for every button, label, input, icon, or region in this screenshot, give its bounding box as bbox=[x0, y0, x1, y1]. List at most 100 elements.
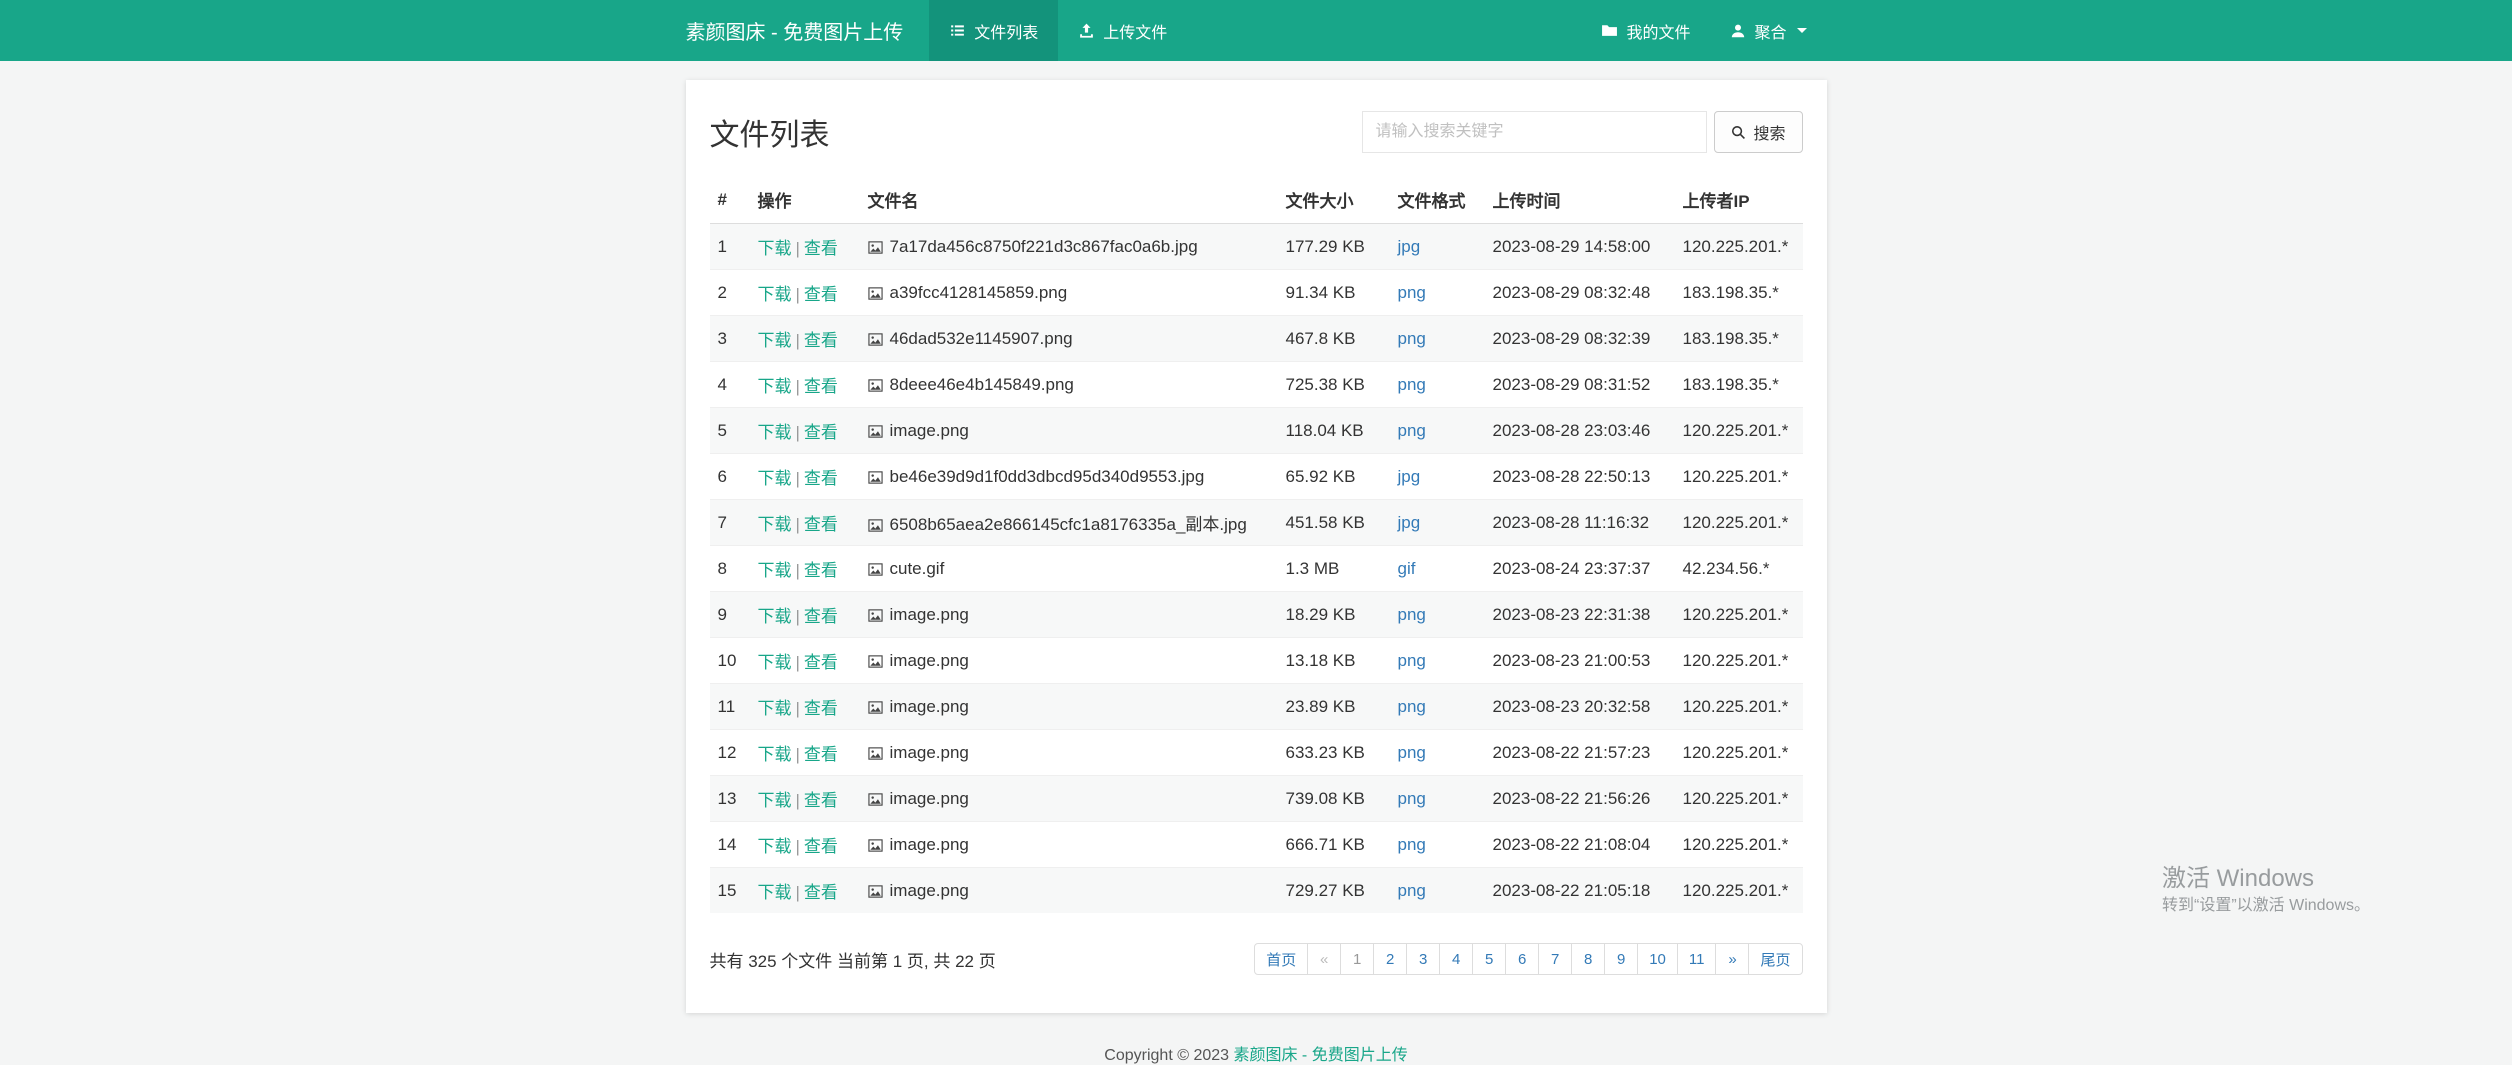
view-link[interactable]: 查看 bbox=[804, 561, 838, 580]
row-index: 12 bbox=[710, 730, 750, 776]
view-link[interactable]: 查看 bbox=[804, 883, 838, 902]
download-link[interactable]: 下载 bbox=[758, 285, 792, 304]
pagination-button[interactable]: 尾页 bbox=[1748, 943, 1802, 975]
row-ip: 120.225.201.* bbox=[1675, 776, 1803, 822]
download-link[interactable]: 下载 bbox=[758, 745, 792, 764]
watermark-subtitle: 转到“设置”以激活 Windows。 bbox=[2162, 895, 2370, 917]
pagination-button[interactable]: 2 bbox=[1373, 943, 1407, 975]
row-filename: be46e39d9d1f0dd3dbcd95d340d9553.jpg bbox=[860, 454, 1278, 500]
row-filename: 46dad532e1145907.png bbox=[860, 316, 1278, 362]
navbar: 素颜图床 - 免费图片上传 文件列表 上传文件 我的文件 bbox=[0, 0, 2512, 61]
nav-item-aggregate-dropdown[interactable]: 聚合 bbox=[1710, 0, 1826, 61]
row-size: 23.89 KB bbox=[1278, 684, 1390, 730]
pagination-button[interactable]: 10 bbox=[1637, 943, 1678, 975]
download-link[interactable]: 下载 bbox=[758, 377, 792, 396]
row-format: png bbox=[1390, 684, 1485, 730]
image-file-icon bbox=[868, 424, 883, 439]
format-link[interactable]: png bbox=[1398, 789, 1426, 808]
view-link[interactable]: 查看 bbox=[804, 285, 838, 304]
brand[interactable]: 素颜图床 - 免费图片上传 bbox=[686, 0, 930, 61]
format-link[interactable]: gif bbox=[1398, 559, 1416, 578]
view-link[interactable]: 查看 bbox=[804, 791, 838, 810]
download-link[interactable]: 下载 bbox=[758, 791, 792, 810]
row-ip: 120.225.201.* bbox=[1675, 454, 1803, 500]
format-link[interactable]: png bbox=[1398, 421, 1426, 440]
pagination-button[interactable]: 11 bbox=[1677, 943, 1717, 975]
row-actions: 下载|查看 bbox=[750, 500, 860, 546]
row-time: 2023-08-29 14:58:00 bbox=[1485, 224, 1675, 270]
view-link[interactable]: 查看 bbox=[804, 607, 838, 626]
view-link[interactable]: 查看 bbox=[804, 699, 838, 718]
row-time: 2023-08-28 22:50:13 bbox=[1485, 454, 1675, 500]
view-link[interactable]: 查看 bbox=[804, 653, 838, 672]
row-size: 1.3 MB bbox=[1278, 546, 1390, 592]
table-row: 9 下载|查看 image.png 18.29 KB png 2023-08-2… bbox=[710, 592, 1803, 638]
row-ip: 42.234.56.* bbox=[1675, 546, 1803, 592]
format-link[interactable]: png bbox=[1398, 605, 1426, 624]
search-button[interactable]: 搜索 bbox=[1714, 111, 1802, 153]
row-time: 2023-08-22 21:56:26 bbox=[1485, 776, 1675, 822]
download-link[interactable]: 下载 bbox=[758, 239, 792, 258]
download-link[interactable]: 下载 bbox=[758, 469, 792, 488]
download-link[interactable]: 下载 bbox=[758, 423, 792, 442]
format-link[interactable]: jpg bbox=[1398, 467, 1421, 486]
format-link[interactable]: png bbox=[1398, 697, 1426, 716]
format-link[interactable]: png bbox=[1398, 881, 1426, 900]
search-input[interactable] bbox=[1362, 111, 1707, 153]
row-time: 2023-08-23 20:32:58 bbox=[1485, 684, 1675, 730]
image-file-icon bbox=[868, 654, 883, 669]
format-link[interactable]: png bbox=[1398, 283, 1426, 302]
pagination-button[interactable]: 8 bbox=[1571, 943, 1605, 975]
image-file-icon bbox=[868, 838, 883, 853]
download-link[interactable]: 下载 bbox=[758, 515, 792, 534]
download-link[interactable]: 下载 bbox=[758, 653, 792, 672]
format-link[interactable]: png bbox=[1398, 743, 1426, 762]
nav-item-my-files[interactable]: 我的文件 bbox=[1581, 0, 1710, 61]
filename-text: cute.gif bbox=[890, 559, 945, 578]
pagination-button[interactable]: 4 bbox=[1439, 943, 1473, 975]
format-link[interactable]: jpg bbox=[1398, 237, 1421, 256]
row-filename: image.png bbox=[860, 592, 1278, 638]
download-link[interactable]: 下载 bbox=[758, 837, 792, 856]
pagination-button[interactable]: » bbox=[1715, 943, 1749, 975]
view-link[interactable]: 查看 bbox=[804, 423, 838, 442]
view-link[interactable]: 查看 bbox=[804, 745, 838, 764]
view-link[interactable]: 查看 bbox=[804, 837, 838, 856]
row-time: 2023-08-23 22:31:38 bbox=[1485, 592, 1675, 638]
download-link[interactable]: 下载 bbox=[758, 561, 792, 580]
format-link[interactable]: png bbox=[1398, 651, 1426, 670]
row-index: 11 bbox=[710, 684, 750, 730]
pagination-button[interactable]: 5 bbox=[1472, 943, 1506, 975]
row-ip: 120.225.201.* bbox=[1675, 408, 1803, 454]
download-link[interactable]: 下载 bbox=[758, 607, 792, 626]
format-link[interactable]: png bbox=[1398, 835, 1426, 854]
format-link[interactable]: png bbox=[1398, 375, 1426, 394]
view-link[interactable]: 查看 bbox=[804, 331, 838, 350]
row-ip: 120.225.201.* bbox=[1675, 730, 1803, 776]
nav-item-upload[interactable]: 上传文件 bbox=[1058, 0, 1187, 61]
download-link[interactable]: 下载 bbox=[758, 883, 792, 902]
download-link[interactable]: 下载 bbox=[758, 699, 792, 718]
pagination-button[interactable]: 9 bbox=[1604, 943, 1638, 975]
row-format: jpg bbox=[1390, 500, 1485, 546]
copyright-text: Copyright © 2023 bbox=[1104, 1047, 1233, 1064]
pagination-button[interactable]: 3 bbox=[1406, 943, 1440, 975]
row-ip: 120.225.201.* bbox=[1675, 224, 1803, 270]
pagination-button[interactable]: 首页 bbox=[1254, 943, 1308, 975]
image-file-icon bbox=[868, 608, 883, 623]
row-index: 8 bbox=[710, 546, 750, 592]
nav-item-file-list[interactable]: 文件列表 bbox=[929, 0, 1058, 61]
view-link[interactable]: 查看 bbox=[804, 469, 838, 488]
format-link[interactable]: jpg bbox=[1398, 513, 1421, 532]
pagination-button[interactable]: 1 bbox=[1340, 943, 1374, 975]
format-link[interactable]: png bbox=[1398, 329, 1426, 348]
pagination-button[interactable]: 7 bbox=[1538, 943, 1572, 975]
view-link[interactable]: 查看 bbox=[804, 239, 838, 258]
row-filename: image.png bbox=[860, 408, 1278, 454]
view-link[interactable]: 查看 bbox=[804, 377, 838, 396]
download-link[interactable]: 下载 bbox=[758, 331, 792, 350]
pagination-button[interactable]: 6 bbox=[1505, 943, 1539, 975]
footer-site-link[interactable]: 素颜图床 - 免费图片上传 bbox=[1233, 1047, 1407, 1064]
view-link[interactable]: 查看 bbox=[804, 515, 838, 534]
nav-item-label: 文件列表 bbox=[974, 19, 1038, 43]
